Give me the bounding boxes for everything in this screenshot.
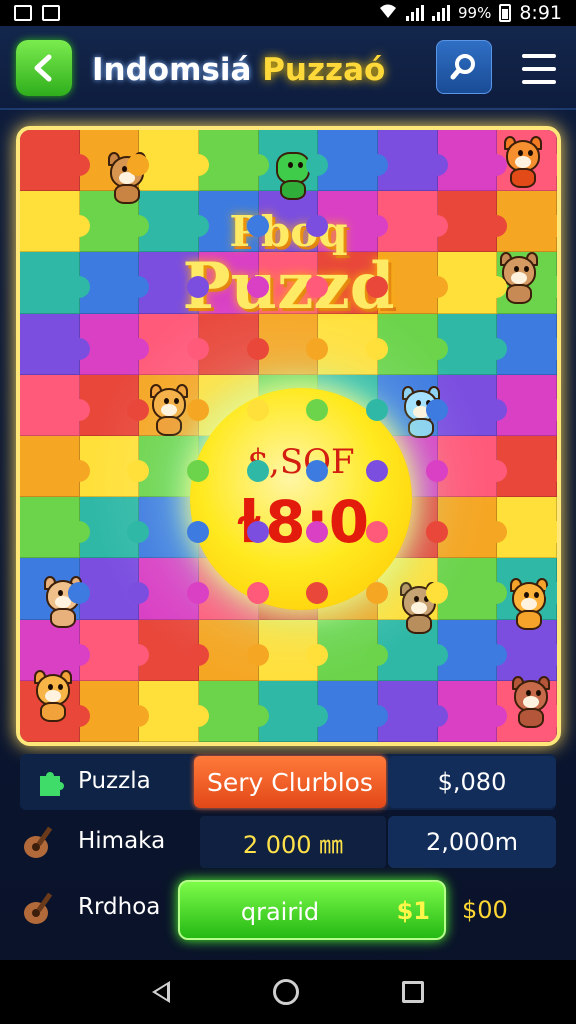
stats-row-puzzle: Puzzla Sery Clurblos $,080 bbox=[20, 754, 560, 810]
nav-home-icon[interactable] bbox=[272, 979, 299, 1005]
gallery-notification-icon bbox=[14, 5, 32, 21]
clock: 8:91 bbox=[519, 2, 562, 24]
puzzle-piece[interactable] bbox=[20, 497, 90, 559]
search-icon bbox=[450, 54, 475, 80]
system-nav-bar bbox=[0, 960, 576, 1024]
claim-button-label: qrairid bbox=[240, 898, 320, 926]
battery-percent: 99% bbox=[457, 4, 492, 22]
himaka-value-a: 2 000 ㎜ bbox=[200, 816, 386, 868]
nav-back-icon[interactable] bbox=[151, 981, 170, 1003]
row-label-rrdhoa: Rrdhoa bbox=[78, 894, 161, 920]
claim-button[interactable]: qrairid $1 bbox=[178, 880, 446, 940]
app-notification-icon bbox=[42, 5, 60, 21]
fox-character bbox=[500, 136, 546, 188]
prize-coin[interactable]: $,SOF ɫ8:0 bbox=[190, 388, 412, 610]
top-app-bar: Indomsiá Puzzaó bbox=[0, 26, 576, 110]
guitar-2-icon bbox=[20, 888, 60, 928]
stats-row-himaka: Himaka 2 000 ㎜ 2,000m bbox=[20, 814, 560, 870]
guitar-icon bbox=[20, 822, 60, 862]
cell-signal-2-icon bbox=[431, 5, 450, 21]
puzzle-piece[interactable] bbox=[20, 313, 90, 375]
board-title-line-2: Puzzd bbox=[182, 249, 395, 324]
wifi-icon bbox=[378, 3, 398, 23]
puzzle-piece-icon bbox=[20, 762, 64, 802]
search-button[interactable] bbox=[436, 40, 492, 94]
hamburger-menu-icon[interactable] bbox=[516, 50, 562, 88]
rrdhoa-gold-value: $00 bbox=[462, 896, 508, 924]
puzzle-piece[interactable] bbox=[20, 374, 90, 436]
board-logo: Pboq Puzzd bbox=[20, 210, 557, 320]
cell-signal-icon bbox=[405, 5, 424, 21]
puzzle-piece[interactable] bbox=[20, 130, 90, 192]
nav-recents-icon[interactable] bbox=[402, 981, 425, 1003]
category-pill-button[interactable]: Sery Clurblos bbox=[194, 756, 386, 808]
battery-icon bbox=[499, 4, 512, 22]
puzzle-value: $,080 bbox=[388, 756, 556, 808]
arrow-left-icon bbox=[34, 54, 52, 82]
row-label-himaka: Himaka bbox=[78, 828, 166, 854]
status-bar: 99% 8:91 bbox=[0, 0, 576, 26]
back-button[interactable] bbox=[16, 40, 72, 96]
stats-row-rrdhoa: Rrdhoa qrairid $1 $00 bbox=[20, 880, 560, 940]
corgi-character bbox=[506, 578, 552, 630]
board-title-line-1: Pboq bbox=[229, 207, 348, 256]
row-label-puzzle: Puzzla bbox=[78, 768, 151, 794]
title-part-1: Indomsiá bbox=[92, 52, 252, 88]
shiba-character bbox=[146, 384, 192, 436]
puzzle-piece[interactable] bbox=[20, 436, 90, 498]
claim-button-amount: $1 bbox=[396, 897, 430, 925]
title-part-2: Puzzaó bbox=[262, 52, 386, 88]
himaka-value-b: 2,000m bbox=[388, 816, 556, 868]
app-root: 99% 8:91 Indomsiá Puzzaó Pboq Puzzd $,SO… bbox=[0, 0, 576, 1024]
puzzle-board[interactable]: Pboq Puzzd $,SOF ɫ8:0 bbox=[16, 126, 561, 746]
page-title: Indomsiá Puzzaó bbox=[92, 52, 385, 88]
